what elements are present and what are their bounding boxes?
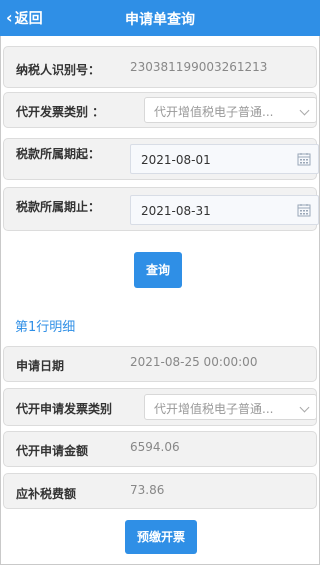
calendar-icon[interactable]: [297, 203, 311, 217]
query-button[interactable]: 查询: [134, 252, 182, 288]
tax-due-value: 73.86: [130, 483, 165, 497]
period-start-label: 税款所属期起：: [16, 147, 101, 161]
apply-date-value: 2021-08-25 00:00:00: [130, 355, 258, 369]
chevron-down-icon: [299, 402, 310, 413]
period-end-value: 2021-08-31: [141, 204, 211, 218]
apply-invoice-type-value: 代开增值税电子普通...: [154, 402, 274, 416]
tax-due-label: 应补税费额: [16, 487, 77, 501]
apply-amount-row: 代开申请金额 6594.06: [3, 431, 317, 467]
invoice-type-label: 代开发票类别 ：: [16, 105, 105, 119]
tax-due-row: 应补税费额 73.86: [3, 473, 317, 509]
taxpayer-id-value: 230381199003261213: [130, 60, 268, 74]
apply-amount-label: 代开申请金额: [16, 444, 89, 458]
period-start-value: 2021-08-01: [141, 153, 211, 167]
period-start-row: 税款所属期起： 2021-08-01: [3, 138, 319, 180]
invoice-type-value: 代开增值税电子普通...: [154, 105, 274, 119]
apply-invoice-type-row: 代开申请发票类别 代开增值税电子普通...: [3, 388, 317, 426]
detail-section-title: 第1行明细: [15, 320, 76, 335]
period-end-label: 税款所属期止：: [16, 200, 101, 214]
apply-invoice-type-select[interactable]: 代开增值税电子普通...: [144, 394, 317, 420]
page-title: 申请单查询: [125, 12, 195, 28]
period-start-date-field[interactable]: 2021-08-01: [130, 144, 319, 174]
period-end-date-field[interactable]: 2021-08-31: [130, 195, 319, 225]
taxpayer-id-row: 纳税人识别号： 230381199003261213: [3, 46, 317, 88]
chevron-down-icon: [299, 105, 310, 116]
calendar-icon[interactable]: [297, 152, 311, 166]
apply-date-label: 申请日期: [16, 359, 65, 373]
prepay-invoice-button[interactable]: 预缴开票: [125, 520, 197, 554]
invoice-type-row: 代开发票类别 ： 代开增值税电子普通...: [3, 92, 317, 128]
header-bar: ‹ 返回 申请单查询: [0, 0, 320, 36]
invoice-type-select[interactable]: 代开增值税电子普通...: [144, 97, 317, 123]
taxpayer-id-label: 纳税人识别号：: [16, 63, 101, 77]
apply-amount-value: 6594.06: [130, 440, 180, 454]
apply-date-row: 申请日期 2021-08-25 00:00:00: [3, 346, 317, 382]
apply-invoice-type-label: 代开申请发票类别: [16, 402, 113, 416]
period-end-row: 税款所属期止： 2021-08-31: [3, 187, 319, 231]
